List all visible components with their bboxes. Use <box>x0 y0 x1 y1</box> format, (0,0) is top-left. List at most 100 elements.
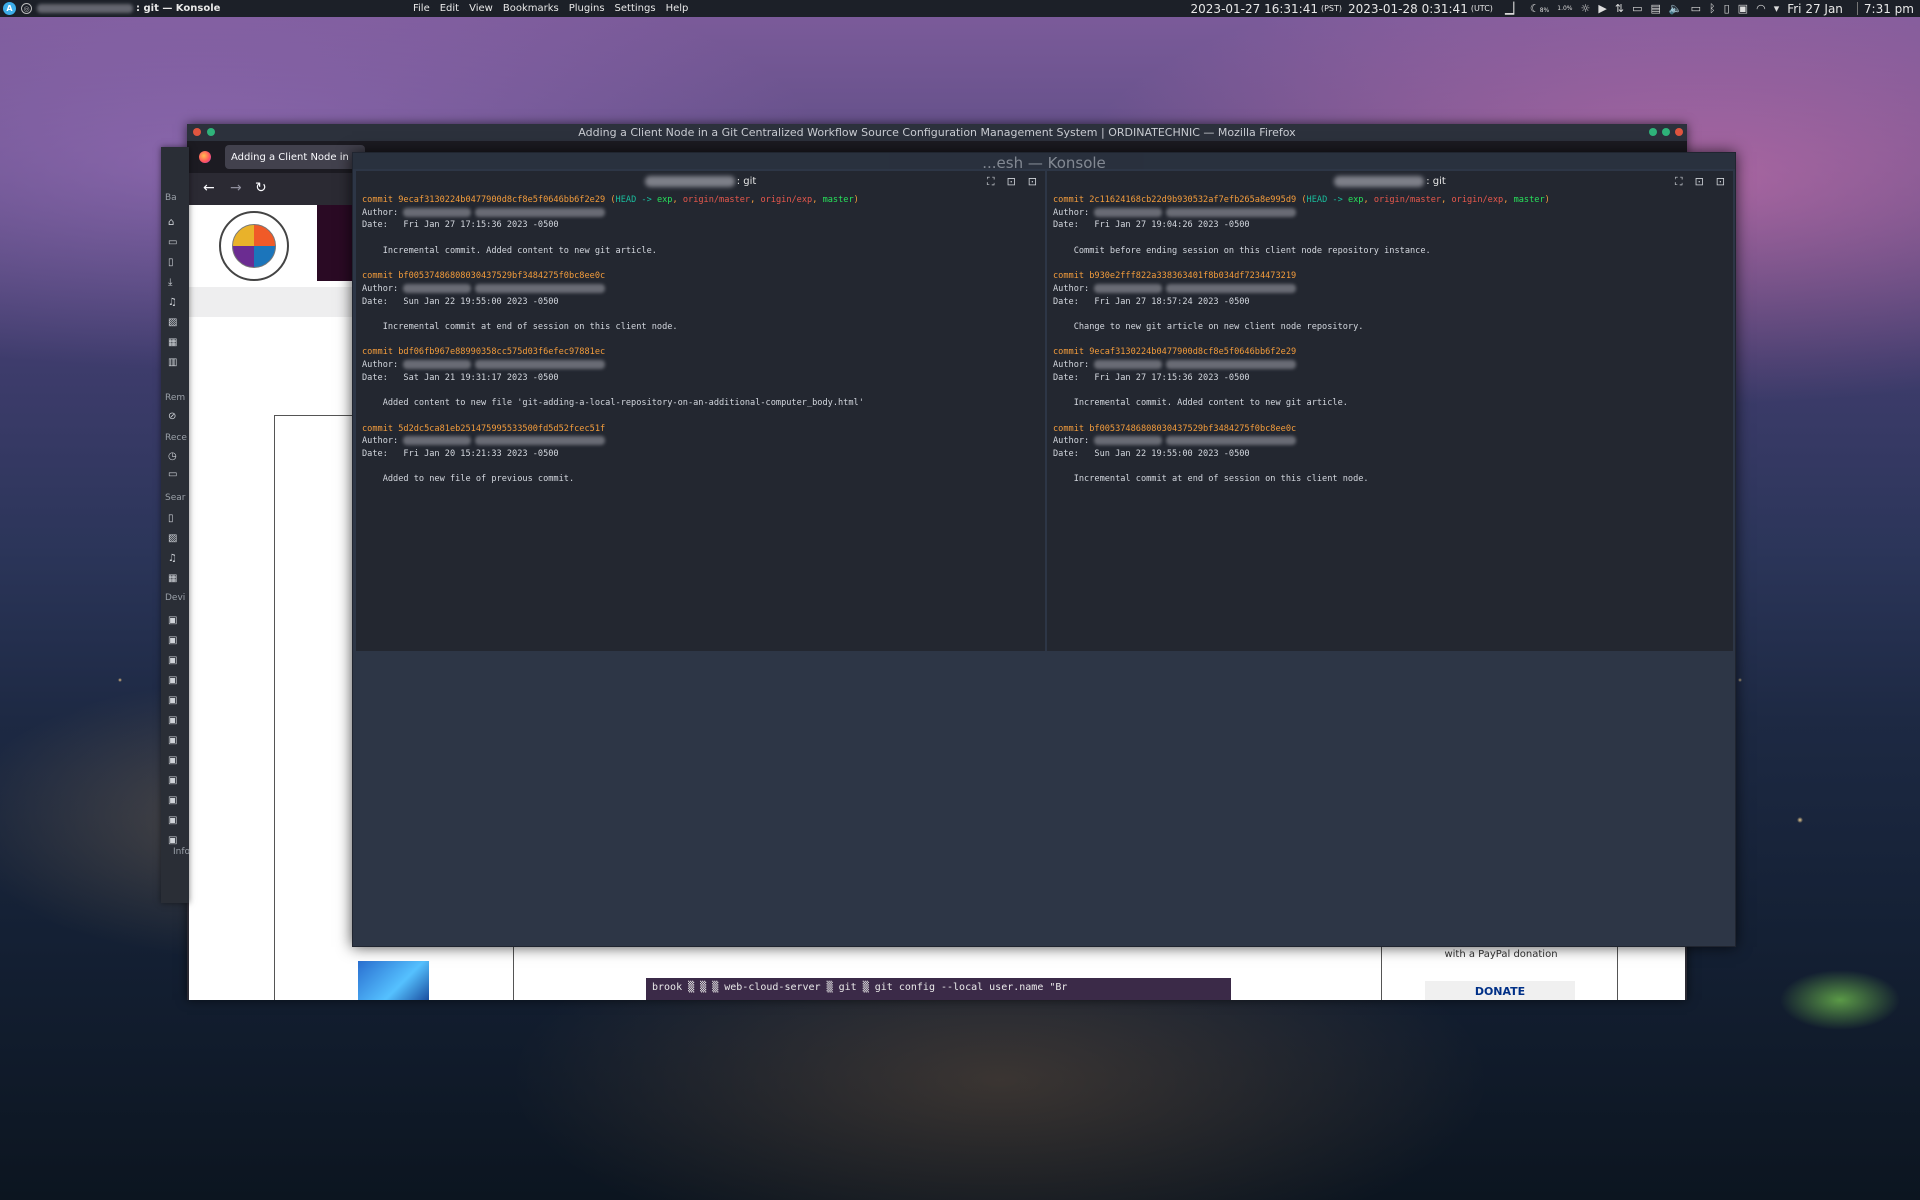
home-icon[interactable]: ⌂ <box>168 217 174 229</box>
split-pane-icon[interactable]: ⊡ <box>1007 175 1016 189</box>
commit-hash[interactable]: commit bdf06fb967e88990358cc575d03f6efec… <box>362 347 605 357</box>
terminal-output-right[interactable]: commit 2c11624168cb22d9b930532af7efb265a… <box>1053 194 1729 486</box>
redacted-author-name <box>1094 283 1163 293</box>
drive-icon[interactable]: ▣ <box>168 615 177 627</box>
drive-icon[interactable]: ▣ <box>168 735 177 747</box>
commit-date-line: Date: Sun Jan 22 19:55:00 2023 -0500 <box>362 296 559 307</box>
search-audio-icon[interactable]: ♫ <box>168 553 177 565</box>
volume-icon[interactable]: 🔈 <box>1669 2 1683 15</box>
menu-settings[interactable]: Settings <box>615 3 656 14</box>
article-thumbnail[interactable] <box>358 961 429 1000</box>
brightness-icon[interactable]: ☼ <box>1581 2 1591 15</box>
recent-files-icon[interactable]: ◷ <box>168 451 177 463</box>
commit-hash[interactable]: commit 9ecaf3130224b0477900d8cf8e5f0646b… <box>362 195 605 205</box>
drive-icon[interactable]: ▣ <box>168 815 177 827</box>
ref-head: HEAD -> <box>615 195 657 205</box>
search-images-icon[interactable]: ▨ <box>168 533 177 545</box>
moon-icon[interactable]: ☾8% <box>1530 2 1549 15</box>
info-label: Info <box>173 847 191 857</box>
music-icon[interactable]: ♫ <box>168 297 177 309</box>
drive-icon[interactable]: ▣ <box>168 655 177 667</box>
commit-hash[interactable]: commit bf00537486808030437529bf3484275f0… <box>362 271 605 281</box>
firefox-tab-active[interactable]: Adding a Client Node in a Git C <box>225 145 365 169</box>
network-monitor-icon[interactable]: ⇅ <box>1615 2 1624 15</box>
maximize-pane-icon[interactable]: ⛶ <box>1675 175 1683 189</box>
split-pane-icon[interactable]: ⊡ <box>1695 175 1704 189</box>
panel-date[interactable]: Fri 27 Jan <box>1787 2 1843 16</box>
search-documents-icon[interactable]: ▯ <box>168 513 174 525</box>
window-maximize-dot-icon[interactable] <box>1662 128 1670 136</box>
recent-locations-icon[interactable]: ▭ <box>168 469 177 481</box>
back-arrow-icon[interactable]: ← <box>203 180 215 196</box>
commit-message-line: Change to new git article on new client … <box>1053 322 1364 333</box>
menu-bookmarks[interactable]: Bookmarks <box>503 3 559 14</box>
menu-view[interactable]: View <box>469 3 493 14</box>
tray-expand-icon[interactable]: ▾ <box>1774 2 1780 15</box>
device-icon[interactable]: ▯ <box>1724 2 1730 15</box>
desktop-icon[interactable]: ▭ <box>168 237 177 249</box>
media-play-icon[interactable]: ▶ <box>1598 2 1606 15</box>
terminal-pane-right[interactable]: : git ⛶ ⊡ ⊡ commit 2c11624168cb22d9b9305… <box>1047 171 1733 651</box>
clock-pst[interactable]: 2023-01-27 16:31:41 <box>1191 2 1318 16</box>
konsole-titlebar[interactable]: ...esh — Konsole <box>353 153 1735 169</box>
commit-hash[interactable]: commit b930e2fff822a338363401f8b034df723… <box>1053 271 1296 281</box>
menu-edit[interactable]: Edit <box>440 3 459 14</box>
close-pane-icon[interactable]: ⊡ <box>1716 175 1725 189</box>
commit-entry: commit bdf06fb967e88990358cc575d03f6efec… <box>362 346 1041 422</box>
menu-help[interactable]: Help <box>666 3 689 14</box>
donate-button[interactable]: DONATE <box>1425 981 1575 1000</box>
close-pane-icon[interactable]: ⊡ <box>1028 175 1037 189</box>
documents-icon[interactable]: ▯ <box>168 257 174 269</box>
ordinatechnic-logo[interactable] <box>219 211 289 281</box>
terminal-icon[interactable]: ▭ <box>1632 2 1642 15</box>
downloads-icon[interactable]: ⤓ <box>168 277 172 289</box>
drive-icon[interactable]: ▣ <box>168 675 177 687</box>
commit-date-line: Date: Fri Jan 20 15:21:33 2023 -0500 <box>362 449 559 460</box>
clock-utc[interactable]: 2023-01-28 0:31:41 <box>1348 2 1468 16</box>
menu-plugins[interactable]: Plugins <box>569 3 605 14</box>
panel-time[interactable]: 7:31 pm <box>1864 2 1914 16</box>
search-video-icon[interactable]: ▦ <box>168 573 177 585</box>
pictures-icon[interactable]: ▨ <box>168 317 177 329</box>
cpu-graph-icon[interactable]: ▁▏ <box>1505 2 1522 15</box>
reload-icon[interactable]: ↻ <box>255 180 267 196</box>
drive-icon[interactable]: ▣ <box>168 695 177 707</box>
terminal-output-left[interactable]: commit 9ecaf3130224b0477900d8cf8e5f0646b… <box>362 194 1041 486</box>
commit-date-line: Date: Fri Jan 27 17:15:36 2023 -0500 <box>362 220 559 231</box>
drive-icon[interactable]: ▣ <box>168 775 177 787</box>
commit-hash[interactable]: commit 9ecaf3130224b0477900d8cf8e5f0646b… <box>1053 347 1296 357</box>
bluetooth-icon[interactable]: ᛒ <box>1709 2 1716 15</box>
drive-icon[interactable]: ▣ <box>168 715 177 727</box>
drive-icon[interactable]: ▣ <box>168 795 177 807</box>
window-menu-dot-icon[interactable] <box>207 128 215 136</box>
notifications-icon[interactable]: ▣ <box>1738 2 1748 15</box>
commit-hash[interactable]: commit bf00537486808030437529bf3484275f0… <box>1053 424 1296 434</box>
menu-file[interactable]: File <box>413 3 430 14</box>
firefox-titlebar[interactable]: Adding a Client Node in a Git Centralize… <box>187 124 1687 141</box>
drive-icon[interactable]: ▣ <box>168 755 177 767</box>
redacted-author-email <box>475 436 606 446</box>
network-icon[interactable]: ⊘ <box>168 411 176 423</box>
konsole-window: ...esh — Konsole : git ⛶ ⊡ ⊡ commit 9eca… <box>352 152 1736 947</box>
clipboard-icon[interactable]: ▤ <box>1650 2 1660 15</box>
app-launcher-icon[interactable]: A <box>3 2 16 15</box>
ref-paren: ( <box>1296 195 1307 205</box>
trash-icon[interactable]: ▥ <box>168 357 177 369</box>
window-minimize-dot-icon[interactable] <box>1649 128 1657 136</box>
drive-icon[interactable]: ▣ <box>168 835 177 847</box>
wifi-icon[interactable]: ◠ <box>1756 2 1766 15</box>
window-close-dot-icon[interactable] <box>193 128 201 136</box>
terminal-pane-left[interactable]: : git ⛶ ⊡ ⊡ commit 9ecaf3130224b0477900d… <box>356 171 1045 651</box>
ref-branch-master: master <box>822 195 854 205</box>
battery-icon[interactable]: ▭ <box>1691 2 1701 15</box>
maximize-pane-icon[interactable]: ⛶ <box>987 175 995 189</box>
redacted-author-name <box>1094 360 1163 370</box>
forward-arrow-icon[interactable]: → <box>230 180 242 196</box>
activity-icon[interactable]: ◎ <box>21 3 32 14</box>
commit-hash[interactable]: commit 5d2dc5ca81eb251475995533500fd5d52… <box>362 424 605 434</box>
commit-hash[interactable]: commit 2c11624168cb22d9b930532af7efb265a… <box>1053 195 1296 205</box>
videos-icon[interactable]: ▦ <box>168 337 177 349</box>
drive-icon[interactable]: ▣ <box>168 635 177 647</box>
window-close-icon[interactable] <box>1675 128 1683 136</box>
